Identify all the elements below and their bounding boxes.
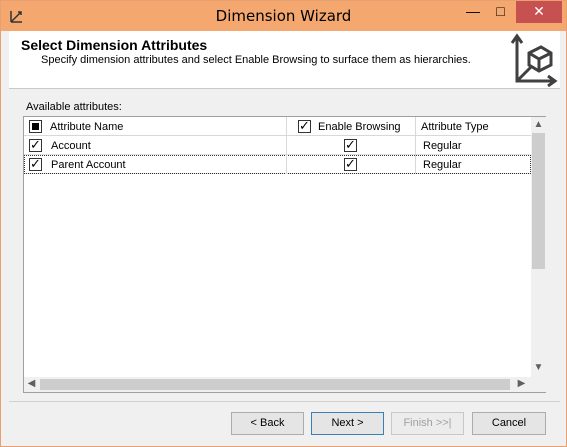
column-header-enable-browsing[interactable]: Enable Browsing xyxy=(318,121,401,133)
wizard-header: Select Dimension Attributes Specify dime… xyxy=(9,31,560,89)
checkmark-icon: ✓ xyxy=(345,137,356,152)
available-attributes-label: Available attributes: xyxy=(26,101,122,113)
vertical-scroll-thumb[interactable] xyxy=(532,133,545,269)
scrollbar-corner xyxy=(531,377,546,392)
maximize-icon: □ xyxy=(496,3,505,19)
dimension-cube-icon xyxy=(510,33,558,87)
next-button[interactable]: Next > xyxy=(311,412,384,435)
horizontal-scrollbar[interactable]: ◀ ▶ xyxy=(24,377,531,392)
checkmark-icon: ✓ xyxy=(30,156,41,171)
close-icon: ✕ xyxy=(533,3,545,19)
minimize-icon: — xyxy=(466,3,480,19)
column-divider xyxy=(286,117,287,136)
cancel-button[interactable]: Cancel xyxy=(472,412,546,435)
row-select-checkbox[interactable]: ✓ xyxy=(29,156,42,171)
column-divider xyxy=(415,155,416,174)
row-select-checkbox[interactable]: ✓ xyxy=(29,137,42,152)
select-all-checkbox[interactable] xyxy=(29,120,42,133)
grid-header: Attribute Name ✓ Enable Browsing Attribu… xyxy=(24,117,531,136)
column-divider xyxy=(415,117,416,136)
title-bar[interactable]: Dimension Wizard — □ ✕ xyxy=(1,1,566,31)
scroll-right-icon[interactable]: ▶ xyxy=(514,378,529,389)
finish-button[interactable]: Finish >>| xyxy=(391,412,464,435)
enable-browsing-checkbox[interactable]: ✓ xyxy=(344,156,357,171)
column-divider xyxy=(286,155,287,174)
checkmark-icon: ✓ xyxy=(299,118,310,133)
table-row[interactable]: ✓ Account ✓ Regular xyxy=(24,136,531,155)
column-header-attribute-name[interactable]: Attribute Name xyxy=(50,121,123,133)
footer-divider xyxy=(9,401,560,402)
dimension-wizard-window: Dimension Wizard — □ ✕ Select Dimension … xyxy=(0,0,567,447)
checkmark-icon: ✓ xyxy=(345,156,356,171)
back-button[interactable]: < Back xyxy=(231,412,304,435)
page-subtitle: Specify dimension attributes and select … xyxy=(41,54,471,66)
close-button[interactable]: ✕ xyxy=(516,1,562,23)
attribute-name-cell: Parent Account xyxy=(51,159,126,171)
attribute-type-cell[interactable]: Regular xyxy=(423,140,462,152)
maximize-button[interactable]: □ xyxy=(487,1,514,23)
horizontal-scroll-thumb[interactable] xyxy=(40,379,510,390)
scroll-up-icon[interactable]: ▲ xyxy=(531,119,546,130)
scroll-down-icon[interactable]: ▼ xyxy=(531,362,546,373)
attribute-name-cell: Account xyxy=(51,140,91,152)
checkmark-icon: ✓ xyxy=(30,137,41,152)
table-row[interactable]: ✓ Parent Account ✓ Regular xyxy=(24,155,531,174)
column-divider xyxy=(286,136,287,155)
enable-browsing-checkbox[interactable]: ✓ xyxy=(344,137,357,152)
column-divider xyxy=(415,136,416,155)
minimize-button[interactable]: — xyxy=(459,1,487,23)
scroll-left-icon[interactable]: ◀ xyxy=(24,378,39,389)
attribute-type-cell[interactable]: Regular xyxy=(423,159,462,171)
attributes-grid[interactable]: Attribute Name ✓ Enable Browsing Attribu… xyxy=(23,116,546,393)
column-header-attribute-type[interactable]: Attribute Type xyxy=(421,121,489,133)
vertical-scrollbar[interactable]: ▲ ▼ xyxy=(531,117,546,377)
page-title: Select Dimension Attributes xyxy=(21,37,208,53)
enable-browsing-all-checkbox[interactable]: ✓ xyxy=(298,118,311,133)
